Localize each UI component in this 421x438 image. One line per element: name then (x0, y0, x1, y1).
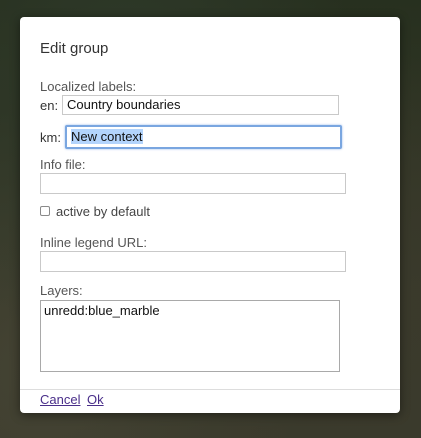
active-by-default-checkbox[interactable] (40, 206, 50, 216)
footer-divider (20, 389, 400, 390)
cancel-link[interactable]: Cancel (40, 392, 80, 407)
edit-group-dialog: Edit group Localized labels: en: Country… (20, 17, 400, 413)
label-km-selected-text: New context (71, 129, 143, 144)
ok-link[interactable]: Ok (87, 392, 104, 407)
active-by-default-label[interactable]: active by default (56, 204, 150, 219)
label-km-prefix: km: (40, 130, 61, 145)
layers-label: Layers: (40, 283, 83, 298)
label-en-prefix: en: (40, 98, 59, 113)
info-file-label: Info file: (40, 157, 86, 172)
inline-legend-url-label: Inline legend URL: (40, 235, 147, 250)
layers-textarea[interactable]: unredd:blue_marble (40, 300, 340, 372)
label-en-input[interactable]: Country boundaries (62, 95, 339, 115)
dialog-title: Edit group (40, 40, 109, 57)
inline-legend-url-input[interactable] (40, 251, 346, 272)
localized-labels-label: Localized labels: (40, 79, 137, 94)
label-km-input[interactable]: New context (65, 125, 342, 149)
info-file-input[interactable] (40, 173, 346, 194)
